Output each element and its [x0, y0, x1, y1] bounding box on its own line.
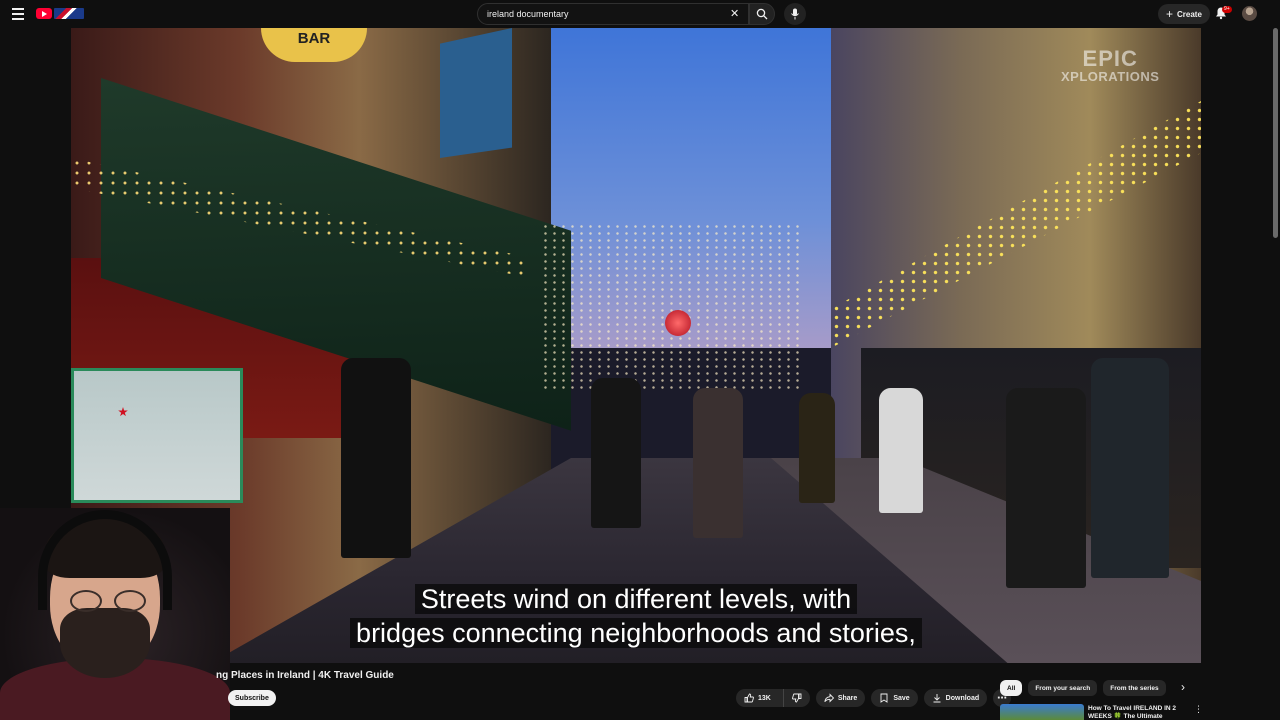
video-scene-blue-banner — [440, 28, 512, 158]
video-scene-red-ornament — [665, 310, 691, 336]
subscribe-button[interactable]: Subscribe — [228, 690, 276, 706]
youtube-logo-icon[interactable] — [36, 8, 52, 19]
download-icon — [933, 694, 941, 703]
download-button[interactable]: Download — [923, 689, 988, 707]
thumbs-up-icon — [744, 693, 754, 703]
create-label: Create — [1177, 9, 1202, 19]
related-filter-chips: All From your search From the series Fr — [1000, 680, 1172, 696]
masthead: ireland documentary ✕ + Create 9+ — [0, 0, 1280, 28]
like-dislike-group: 13K — [736, 689, 810, 707]
chip-all[interactable]: All — [1000, 680, 1023, 696]
dislike-button[interactable] — [782, 689, 810, 707]
country-flag-icon — [54, 8, 84, 19]
clear-search-icon[interactable]: ✕ — [730, 7, 739, 20]
more-vertical-icon[interactable]: ⋮ — [1194, 704, 1203, 715]
page-scrollbar[interactable] — [1273, 28, 1278, 238]
video-scene-person — [591, 378, 641, 528]
chip-from-the-series[interactable]: From the series — [1103, 680, 1166, 696]
share-icon — [824, 693, 834, 703]
chevron-right-icon[interactable]: › — [1181, 680, 1185, 694]
video-title: ng Places in Ireland | 4K Travel Guide — [216, 670, 394, 681]
watermark-line-2: XPLORATIONS — [1061, 69, 1160, 84]
download-label: Download — [945, 694, 980, 702]
save-button[interactable]: Save — [871, 689, 918, 707]
like-button[interactable]: 13K — [736, 689, 779, 707]
video-scene-person — [693, 388, 743, 538]
webcam-beard — [60, 608, 150, 678]
plus-icon: + — [1166, 7, 1174, 21]
video-scene-person — [1006, 388, 1086, 588]
recommended-video-thumbnail — [1000, 704, 1084, 720]
search-button[interactable] — [749, 3, 775, 25]
search-icon — [756, 8, 768, 20]
save-label: Save — [893, 694, 910, 702]
video-scene-person — [341, 358, 411, 558]
voice-search-button[interactable] — [784, 3, 806, 25]
like-count: 13K — [758, 694, 771, 702]
search-input[interactable]: ireland documentary — [477, 3, 749, 25]
share-button[interactable]: Share — [815, 689, 866, 707]
account-avatar[interactable] — [1242, 6, 1257, 21]
video-player[interactable]: BAR EPIC XPLORATIONS Streets wind on dif… — [71, 28, 1201, 663]
caption-line-1: Streets wind on different levels, with — [71, 584, 1201, 615]
recommended-video-title: How To Travel IRELAND IN 2 WEEKS 🍀 The U… — [1088, 705, 1177, 720]
webcam-overlay — [0, 508, 230, 720]
webcam-headset — [38, 510, 172, 610]
caption-text-2: bridges connecting neighborhoods and sto… — [350, 618, 922, 648]
video-actions: 13K Share Save Download ⋯ — [736, 689, 1012, 707]
create-button[interactable]: + Create — [1158, 4, 1210, 24]
share-label: Share — [837, 694, 858, 702]
video-scene-heineken-screen — [71, 368, 243, 503]
video-scene-person — [1091, 358, 1169, 578]
video-scene-person — [799, 393, 835, 503]
save-playlist-icon — [880, 693, 888, 703]
channel-watermark: EPIC XPLORATIONS — [1061, 48, 1160, 86]
recommended-video[interactable]: How To Travel IRELAND IN 2 WEEKS 🍀 The U… — [1000, 704, 1205, 720]
caption-text-1: Streets wind on different levels, with — [414, 584, 858, 614]
microphone-icon — [791, 8, 799, 20]
chip-from-your-search[interactable]: From your search — [1028, 680, 1098, 696]
video-scene-person — [879, 388, 923, 513]
thumbs-down-icon — [791, 693, 802, 703]
notification-count-badge: 9+ — [1222, 6, 1232, 13]
video-scene-street-lights — [541, 223, 801, 393]
caption-line-2: bridges connecting neighborhoods and sto… — [71, 618, 1201, 649]
menu-icon[interactable] — [10, 6, 26, 22]
